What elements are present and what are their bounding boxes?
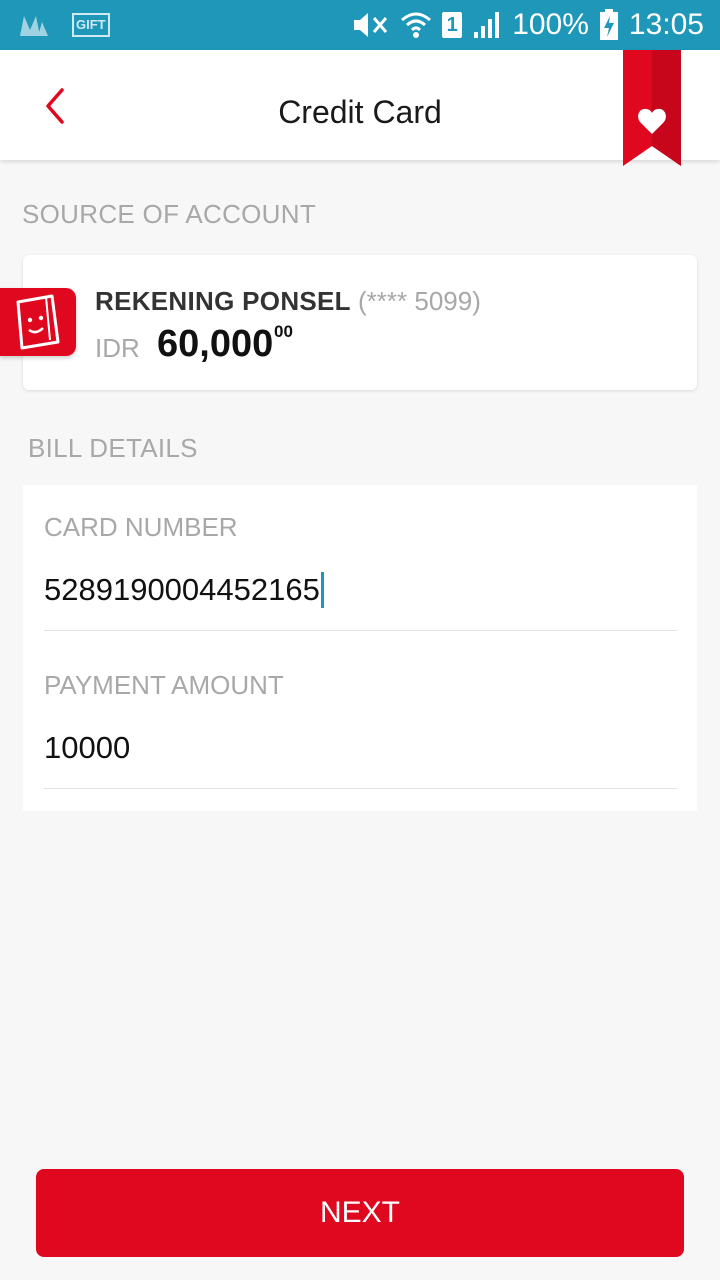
payment-amount-value: 10000 (44, 730, 131, 765)
account-balance-decimal: 00 (274, 322, 293, 341)
signal-icon (474, 12, 500, 38)
payment-amount-underline (44, 788, 677, 789)
account-type-icon (0, 288, 76, 356)
battery-percentage: 100% (512, 8, 589, 41)
account-number-masked: (**** 5099) (358, 286, 481, 316)
wifi-icon (401, 12, 432, 38)
payment-amount-input[interactable]: 10000 (44, 730, 130, 766)
mute-icon (354, 13, 388, 37)
gift-icon: GIFT (72, 13, 110, 37)
favorite-bookmark-button[interactable] (623, 50, 681, 166)
app-notification-icon (20, 16, 48, 36)
card-number-value: 5289190004452165 (44, 572, 320, 607)
source-account-card[interactable]: REKENING PONSEL (**** 5099) IDR 60,000 0… (23, 255, 697, 390)
clock: 13:05 (628, 8, 704, 41)
payment-amount-label: PAYMENT AMOUNT (44, 670, 284, 700)
notification-icons: GIFT (18, 12, 110, 38)
bill-details-label: BILL DETAILS (28, 433, 198, 463)
battery-charging-icon (599, 9, 618, 40)
account-name: REKENING PONSEL (95, 286, 351, 316)
account-balance: 60,000 (157, 323, 274, 365)
card-number-underline (44, 630, 677, 631)
card-number-input[interactable]: 5289190004452165 (44, 572, 324, 608)
card-number-label: CARD NUMBER (44, 512, 238, 542)
text-cursor (320, 572, 324, 608)
account-currency: IDR (95, 333, 140, 363)
app-bar: Credit Card (0, 50, 720, 160)
page-title: Credit Card (278, 94, 442, 130)
source-of-account-label: SOURCE OF ACCOUNT (22, 199, 317, 229)
status-bar: GIFT 1 100% 13:05 (0, 0, 720, 50)
next-button[interactable]: NEXT (36, 1169, 684, 1257)
phone-wallet-icon (16, 294, 60, 350)
sim-slot-icon: 1 (442, 12, 463, 38)
bill-details-card: CARD NUMBER 5289190004452165 PAYMENT AMO… (23, 485, 697, 811)
